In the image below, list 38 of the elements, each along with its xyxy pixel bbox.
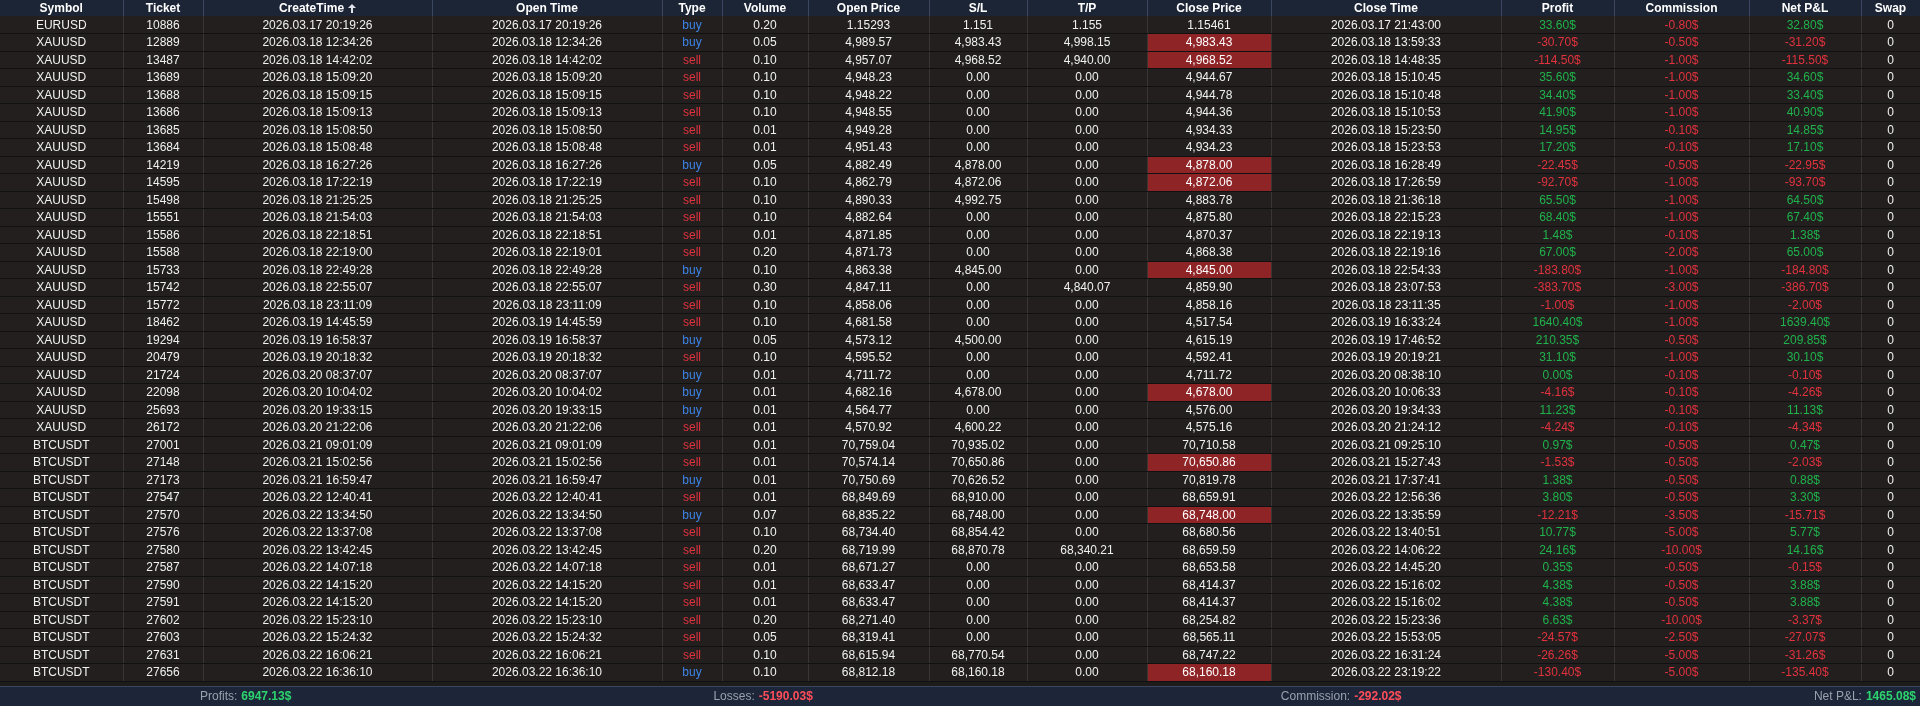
column-header[interactable]: Type <box>662 0 722 16</box>
summary-label: Profits: <box>200 688 238 705</box>
column-header[interactable]: Symbol <box>0 0 123 16</box>
column-header[interactable]: Swap <box>1861 0 1920 16</box>
summary-label: Commission: <box>1280 688 1351 705</box>
table-cell: 1.15293 <box>808 16 929 34</box>
column-header[interactable]: Close Time <box>1271 0 1501 16</box>
summary-value: 1465.08$ <box>1865 688 1916 705</box>
table-cell: EURUSD <box>0 16 123 34</box>
column-header[interactable]: Close Price <box>1147 0 1271 16</box>
summary-value: -5190.03$ <box>758 688 813 705</box>
column-header[interactable]: Open Price <box>808 0 929 16</box>
table-cell: -0.80$ <box>1614 16 1749 34</box>
table-cell: 1.15461 <box>1147 16 1271 34</box>
table-cell: 1.155 <box>1027 16 1147 34</box>
table-cell: 2026.03.17 21:43:00 <box>1271 16 1501 34</box>
summary-value: -292.02$ <box>1354 688 1402 705</box>
column-header[interactable]: Net P&L <box>1749 0 1861 16</box>
column-header[interactable]: Profit <box>1501 0 1614 16</box>
table-cell: 1.151 <box>929 16 1027 34</box>
summary-value: 6947.13$ <box>241 688 292 705</box>
column-header[interactable]: CreateTime <box>203 0 432 16</box>
column-header[interactable]: Ticket <box>123 0 203 16</box>
summary-label: Net P&L: <box>1813 688 1862 705</box>
summary-label: Losses: <box>713 688 755 705</box>
table-cell: 33.60$ <box>1501 16 1614 34</box>
column-header[interactable]: Commission <box>1614 0 1749 16</box>
table-cell: 0.20 <box>722 16 808 34</box>
column-header[interactable]: S/L <box>929 0 1027 16</box>
table-cell: 32.80$ <box>1749 16 1861 34</box>
table-cell: 2026.03.17 20:19:26 <box>203 16 432 34</box>
table-cell: 2026.03.17 20:19:26 <box>432 16 662 34</box>
column-header[interactable]: T/P <box>1027 0 1147 16</box>
column-header[interactable]: Volume <box>722 0 808 16</box>
table-cell: buy <box>662 16 722 34</box>
table-cell: 10886 <box>123 16 203 34</box>
table-cell: 0 <box>1861 16 1920 34</box>
column-header[interactable]: Open Time <box>432 0 662 16</box>
